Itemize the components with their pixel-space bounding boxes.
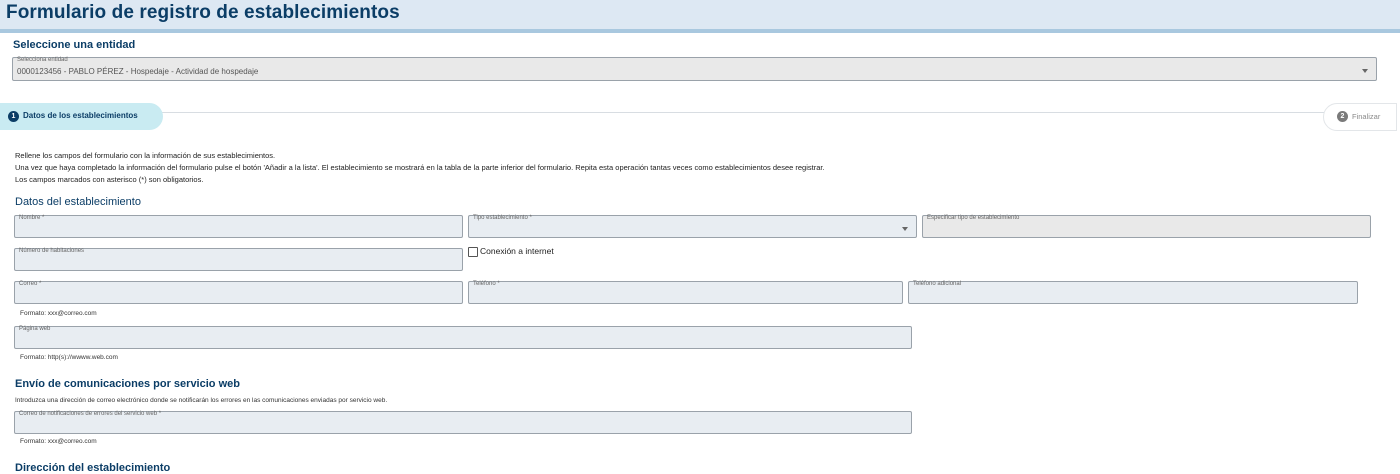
especificar-label: Especificar tipo de establecimiento <box>927 215 1020 221</box>
webservice-email-label: Correo de notificaciones de errores del … <box>19 411 162 417</box>
stepper-line <box>150 112 1330 113</box>
intro-line-2: Una vez que haya completado la informaci… <box>15 163 825 172</box>
step-2-number: 2 <box>1337 111 1348 122</box>
correo-label: Correo * <box>19 281 42 287</box>
webservice-section-title: Envío de comunicaciones por servicio web <box>15 378 240 390</box>
chevron-down-icon <box>1362 69 1368 73</box>
telefono-adicional-input[interactable]: Teléfono adicional <box>908 281 1358 304</box>
correo-hint: Formato: xxx@correo.com <box>20 310 97 317</box>
address-section-title: Dirección del establecimiento <box>15 462 171 474</box>
internet-label: Conexión a internet <box>480 246 554 256</box>
tipo-establecimiento-select[interactable]: Tipo establecimiento * <box>468 215 917 238</box>
step-1-number: 1 <box>8 111 19 122</box>
page-title: Formulario de registro de establecimient… <box>6 2 400 23</box>
entity-section-title: Seleccione una entidad <box>13 39 136 51</box>
entity-select[interactable]: Selecciona entidad 0000123456 - PABLO PÉ… <box>12 57 1377 81</box>
internet-checkbox[interactable] <box>468 247 478 257</box>
pagina-web-input[interactable]: Página web <box>14 326 912 349</box>
webservice-email-hint: Formato: xxx@correo.com <box>20 438 97 445</box>
step-1[interactable]: 1 Datos de los establecimientos <box>0 103 163 130</box>
telefono-adicional-label: Teléfono adicional <box>913 281 962 287</box>
page-header: Formulario de registro de establecimient… <box>0 0 1400 33</box>
establishment-section-title: Datos del establecimiento <box>15 196 141 208</box>
chevron-down-icon <box>902 227 908 231</box>
especificar-tipo-input[interactable]: Especificar tipo de establecimiento <box>922 215 1371 238</box>
correo-input[interactable]: Correo * <box>14 281 463 304</box>
webservice-email-input[interactable]: Correo de notificaciones de errores del … <box>14 411 912 434</box>
habitaciones-input[interactable]: Número de habitaciones <box>14 248 463 271</box>
nombre-input[interactable]: Nombre * <box>14 215 463 238</box>
telefono-input[interactable]: Teléfono * <box>468 281 903 304</box>
step-1-label: Datos de los establecimientos <box>23 111 138 120</box>
habitaciones-label: Número de habitaciones <box>19 248 85 254</box>
webservice-description: Introduzca una dirección de correo elect… <box>15 397 388 404</box>
entity-select-value: 0000123456 - PABLO PÉREZ - Hospedaje - A… <box>17 67 259 76</box>
entity-select-label: Selecciona entidad <box>17 57 68 63</box>
intro-line-3: Los campos marcados con asterisco (*) so… <box>15 175 204 184</box>
step-2-label: Finalizar <box>1352 112 1381 121</box>
nombre-label: Nombre * <box>19 215 45 221</box>
telefono-label: Teléfono * <box>473 281 500 287</box>
web-label: Página web <box>19 326 51 332</box>
intro-line-1: Rellene los campos del formulario con la… <box>15 151 276 160</box>
web-hint: Formato: http(s)://wwww.web.com <box>20 354 118 361</box>
step-2[interactable]: 2 Finalizar <box>1323 103 1397 131</box>
tipo-label: Tipo establecimiento * <box>473 215 532 221</box>
